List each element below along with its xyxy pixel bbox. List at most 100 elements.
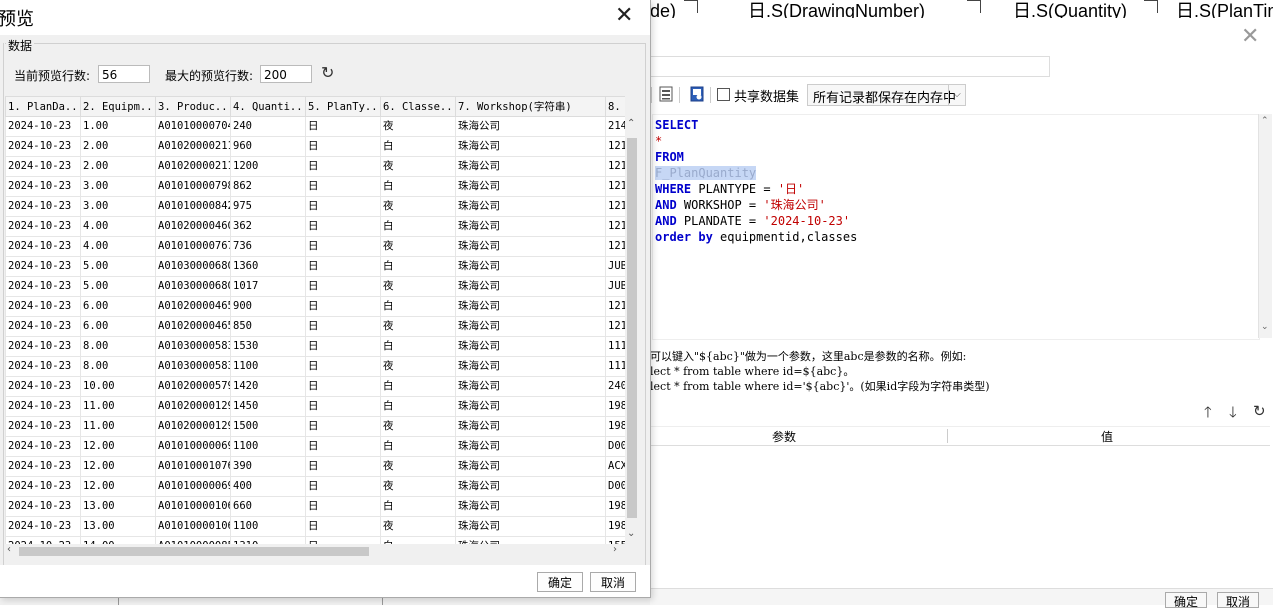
table-cell[interactable]: 111 bbox=[605, 336, 625, 357]
refresh-icon[interactable]: ↻ bbox=[1253, 402, 1266, 420]
table-cell[interactable]: 2024-10-23 bbox=[5, 256, 81, 277]
grid-column-header[interactable]: 6. Classe... bbox=[380, 96, 456, 117]
table-cell[interactable]: 2024-10-23 bbox=[5, 276, 81, 297]
table-cell[interactable]: 白 bbox=[380, 436, 456, 457]
table-cell[interactable]: 2024-10-23 bbox=[5, 496, 81, 517]
table-cell[interactable]: 1310 bbox=[230, 536, 306, 544]
table-cell[interactable]: 198 bbox=[605, 396, 625, 417]
table-cell[interactable]: 3.00 bbox=[80, 196, 156, 217]
table-cell[interactable]: 1017 bbox=[230, 276, 306, 297]
table-cell[interactable]: 14.00 bbox=[80, 536, 156, 544]
table-cell[interactable]: 珠海公司 bbox=[455, 316, 606, 337]
table-cell[interactable]: 日 bbox=[305, 216, 381, 237]
table-cell[interactable]: 2024-10-23 bbox=[5, 216, 81, 237]
table-cell[interactable]: 8.00 bbox=[80, 356, 156, 377]
table-cell[interactable]: 日 bbox=[305, 496, 381, 517]
cancel-button[interactable]: 取消 bbox=[590, 572, 636, 592]
table-cell[interactable]: 2024-10-23 bbox=[5, 416, 81, 437]
scroll-right-icon[interactable]: › bbox=[613, 544, 617, 555]
table-cell[interactable]: A01020000465 bbox=[155, 316, 231, 337]
table-cell[interactable]: 夜 bbox=[380, 276, 456, 297]
table-cell[interactable]: A01030000583 bbox=[155, 356, 231, 377]
table-cell[interactable]: 975 bbox=[230, 196, 306, 217]
table-row[interactable]: 2024-10-232.00A010200002111200日夜珠海公司121 bbox=[5, 156, 625, 177]
table-cell[interactable]: 夜 bbox=[380, 356, 456, 377]
table-cell[interactable]: 日 bbox=[305, 156, 381, 177]
table-row[interactable]: 2024-10-232.00A01020000211960日白珠海公司121 bbox=[5, 136, 625, 157]
close-icon[interactable]: ✕ bbox=[615, 5, 633, 27]
table-row[interactable]: 2024-10-231.00A01010000704240日夜珠海公司214 bbox=[5, 116, 625, 137]
table-cell[interactable]: 1530 bbox=[230, 336, 306, 357]
table-cell[interactable]: 121 bbox=[605, 136, 625, 157]
table-cell[interactable]: 2024-10-23 bbox=[5, 116, 81, 137]
memory-mode-select[interactable]: 所有记录都保存在内存中 ⌵ bbox=[807, 84, 966, 106]
sql-editor-scrollbar[interactable]: ⌃ ⌄ bbox=[1258, 114, 1272, 338]
table-cell[interactable]: 珠海公司 bbox=[455, 476, 606, 497]
table-cell[interactable]: 日 bbox=[305, 516, 381, 537]
table-cell[interactable]: 日 bbox=[305, 116, 381, 137]
table-cell[interactable]: 1360 bbox=[230, 256, 306, 277]
table-cell[interactable]: 日 bbox=[305, 276, 381, 297]
table-row[interactable]: 2024-10-233.00A01010000842975日夜珠海公司121 bbox=[5, 196, 625, 217]
table-cell[interactable]: 白 bbox=[380, 496, 456, 517]
table-cell[interactable]: 珠海公司 bbox=[455, 216, 606, 237]
table-cell[interactable]: 13.00 bbox=[80, 496, 156, 517]
table-cell[interactable]: 2024-10-23 bbox=[5, 516, 81, 537]
table-row[interactable]: 2024-10-2312.00A01010001076390日夜珠海公司ACX bbox=[5, 456, 625, 477]
table-cell[interactable]: 珠海公司 bbox=[455, 136, 606, 157]
table-row[interactable]: 2024-10-236.00A01020000465850日夜珠海公司121 bbox=[5, 316, 625, 337]
table-cell[interactable]: 日 bbox=[305, 256, 381, 277]
table-row[interactable]: 2024-10-235.00A010300006801360日白珠海公司JUB bbox=[5, 256, 625, 277]
table-cell[interactable]: 390 bbox=[230, 456, 306, 477]
table-cell[interactable]: A01010000106 bbox=[155, 496, 231, 517]
table-cell[interactable]: 5.00 bbox=[80, 256, 156, 277]
table-cell[interactable]: A01010000842 bbox=[155, 196, 231, 217]
table-cell[interactable]: 白 bbox=[380, 176, 456, 197]
table-row[interactable]: 2024-10-2313.00A01010000106660日白珠海公司198 bbox=[5, 496, 625, 517]
table-cell[interactable]: 珠海公司 bbox=[455, 516, 606, 537]
table-cell[interactable]: 240 bbox=[605, 376, 625, 397]
table-cell[interactable]: 2024-10-23 bbox=[5, 356, 81, 377]
table-cell[interactable]: D00 bbox=[605, 476, 625, 497]
table-row[interactable]: 2024-10-236.00A01020000465900日白珠海公司121 bbox=[5, 296, 625, 317]
grid-column-header[interactable]: 4. Quanti... bbox=[230, 96, 306, 117]
table-cell[interactable]: A01030000583 bbox=[155, 336, 231, 357]
table-cell[interactable]: 珠海公司 bbox=[455, 396, 606, 417]
table-cell[interactable]: 日 bbox=[305, 176, 381, 197]
table-cell[interactable]: 2024-10-23 bbox=[5, 436, 81, 457]
refresh-icon[interactable]: ↻ bbox=[321, 63, 334, 82]
table-cell[interactable]: 2024-10-23 bbox=[5, 176, 81, 197]
table-cell[interactable]: A01010000704 bbox=[155, 116, 231, 137]
table-cell[interactable]: 111 bbox=[605, 356, 625, 377]
grid-column-header[interactable]: 2. Equipm... bbox=[80, 96, 156, 117]
table-row[interactable]: 2024-10-2313.00A010100001061100日夜珠海公司198 bbox=[5, 516, 625, 537]
table-cell[interactable]: 1200 bbox=[230, 156, 306, 177]
grid-column-header[interactable]: 5. PlanTy... bbox=[305, 96, 381, 117]
grid-column-header[interactable]: 3. Produc... bbox=[155, 96, 231, 117]
table-cell[interactable]: 1100 bbox=[230, 436, 306, 457]
table-row[interactable]: 2024-10-2312.00A01010000069400日夜珠海公司D00 bbox=[5, 476, 625, 497]
table-row[interactable]: 2024-10-2311.00A010200001291500日夜珠海公司198 bbox=[5, 416, 625, 437]
table-cell[interactable]: 日 bbox=[305, 456, 381, 477]
table-row[interactable]: 2024-10-2310.00A010200005791420日白珠海公司240 bbox=[5, 376, 625, 397]
table-cell[interactable]: 11.00 bbox=[80, 396, 156, 417]
max-rows-field[interactable]: 200 bbox=[260, 65, 312, 83]
table-cell[interactable]: 白 bbox=[380, 376, 456, 397]
table-cell[interactable]: A01010001076 bbox=[155, 456, 231, 477]
table-cell[interactable]: 珠海公司 bbox=[455, 436, 606, 457]
table-cell[interactable]: 198 bbox=[605, 416, 625, 437]
table-cell[interactable]: 198 bbox=[605, 496, 625, 517]
table-cell[interactable]: 珠海公司 bbox=[455, 456, 606, 477]
table-row[interactable]: 2024-10-2311.00A010200001291450日白珠海公司198 bbox=[5, 396, 625, 417]
scrollbar-thumb[interactable] bbox=[627, 138, 637, 518]
table-cell[interactable]: JUB bbox=[605, 256, 625, 277]
table-cell[interactable]: 夜 bbox=[380, 476, 456, 497]
table-cell[interactable]: 13.00 bbox=[80, 516, 156, 537]
table-cell[interactable]: 夜 bbox=[380, 316, 456, 337]
table-cell[interactable]: 白 bbox=[380, 336, 456, 357]
table-cell[interactable]: JUB bbox=[605, 276, 625, 297]
table-cell[interactable]: 2024-10-23 bbox=[5, 536, 81, 544]
table-cell[interactable]: A01010000069 bbox=[155, 476, 231, 497]
table-cell[interactable]: 900 bbox=[230, 296, 306, 317]
table-cell[interactable]: 白 bbox=[380, 136, 456, 157]
